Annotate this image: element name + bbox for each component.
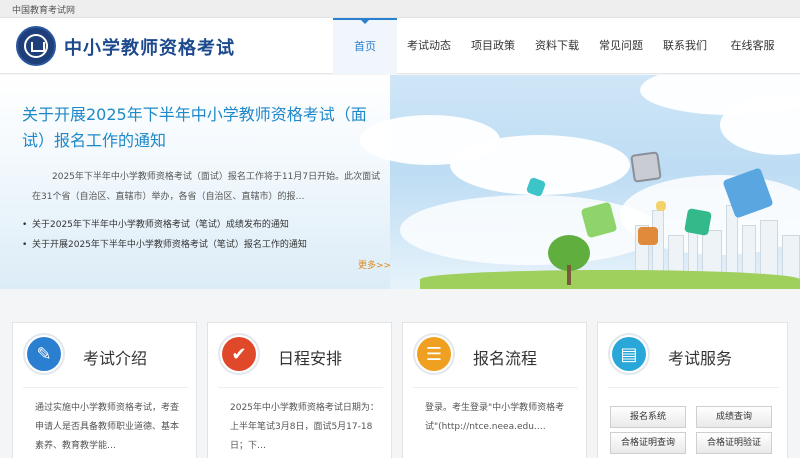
site-title[interactable]: 中小学教师资格考试 [64,34,235,60]
nav-item-exam-news[interactable]: 考试动态 [397,18,461,74]
checkmark-icon: ✔ [222,337,256,371]
logo-emblem-icon[interactable] [16,26,56,66]
floating-cube-icon [684,208,712,236]
card-divider [413,387,578,388]
card-exam-intro: ✎ 考试介绍 通过实施中小学教师资格考试，考查申请人是否具备教师职业道德、基本素… [12,322,197,458]
nav-item-policy[interactable]: 项目政策 [461,18,525,74]
card-icon-wrap[interactable]: ☰ [413,333,455,375]
card-text[interactable]: 通过实施中小学教师资格考试，考查申请人是否具备教师职业道德、基本素养、教育教学能… [35,399,185,456]
card-title[interactable]: 报名流程 [473,345,537,369]
card-icon-wrap[interactable]: ✔ [218,333,260,375]
card-registration: ☰ 报名流程 登录。考生登录"中小学教师资格考试"(http://ntce.ne… [402,322,587,458]
more-link[interactable]: 更多>> [358,258,391,271]
hero-banner: 关于开展2025年下半年中小学教师资格考试（面试）报名工作的通知 2025年下半… [0,75,800,289]
top-bar: 中国教育考试网 [0,0,800,18]
card-text[interactable]: 登录。考生登录"中小学教师资格考试"(http://ntce.neea.edu.… [425,399,575,437]
form-pen-icon: ☰ [417,337,451,371]
card-icon-wrap[interactable]: ✎ [23,333,65,375]
site-header: 中小学教师资格考试 首页 考试动态 项目政策 资料下载 常见问题 联系我们 在线… [0,18,800,74]
news-link[interactable]: 关于2025年下半年中小学教师资格考试（笔试）成绩发布的通知 [22,215,307,235]
main-nav: 首页 考试动态 项目政策 资料下载 常见问题 联系我们 在线客服 [333,18,788,74]
card-divider [23,387,188,388]
registration-system-button[interactable]: 报名系统 [610,406,686,428]
card-title[interactable]: 考试介绍 [83,345,147,369]
floating-cube-icon [656,201,666,211]
nav-item-contact[interactable]: 联系我们 [653,18,717,74]
nav-item-home[interactable]: 首页 [333,18,397,74]
nav-item-downloads[interactable]: 资料下载 [525,18,589,74]
service-cards: ✎ 考试介绍 通过实施中小学教师资格考试，考查申请人是否具备教师职业道德、基本素… [12,322,788,458]
top-bar-text[interactable]: 中国教育考试网 [12,3,75,16]
card-divider [608,387,779,388]
floating-cube-icon [638,227,658,245]
card-divider [218,387,383,388]
banner-description: 2025年下半年中小学教师资格考试（面试）报名工作将于11月7日开始。此次面试在… [32,172,381,202]
banner-news-list: 关于2025年下半年中小学教师资格考试（笔试）成绩发布的通知 关于开展2025年… [22,215,307,255]
banner-headline[interactable]: 关于开展2025年下半年中小学教师资格考试（面试）报名工作的通知 [22,102,382,154]
card-icon-wrap[interactable]: ▤ [608,333,650,375]
card-text[interactable]: 2025年中小学教师资格考试日期为：上半年笔试3月8日，面试5月17-18日；下… [230,399,380,456]
certificate-verify-button[interactable]: 合格证明验证 [696,432,772,454]
card-exam-service: ▤ 考试服务 报名系统 成绩查询 合格证明查询 合格证明验证 [597,322,788,458]
certificate-query-button[interactable]: 合格证明查询 [610,432,686,454]
card-title[interactable]: 日程安排 [278,345,342,369]
nav-item-faq[interactable]: 常见问题 [589,18,653,74]
card-schedule: ✔ 日程安排 2025年中小学教师资格考试日期为：上半年笔试3月8日，面试5月1… [207,322,392,458]
nav-item-online-service[interactable]: 在线客服 [717,18,788,74]
card-title[interactable]: 考试服务 [668,345,732,369]
document-pen-icon: ✎ [27,337,61,371]
news-link[interactable]: 关于开展2025年下半年中小学教师资格考试（笔试）报名工作的通知 [22,235,307,255]
score-query-button[interactable]: 成绩查询 [696,406,772,428]
address-book-icon: ▤ [612,337,646,371]
floating-cube-icon [630,151,662,183]
